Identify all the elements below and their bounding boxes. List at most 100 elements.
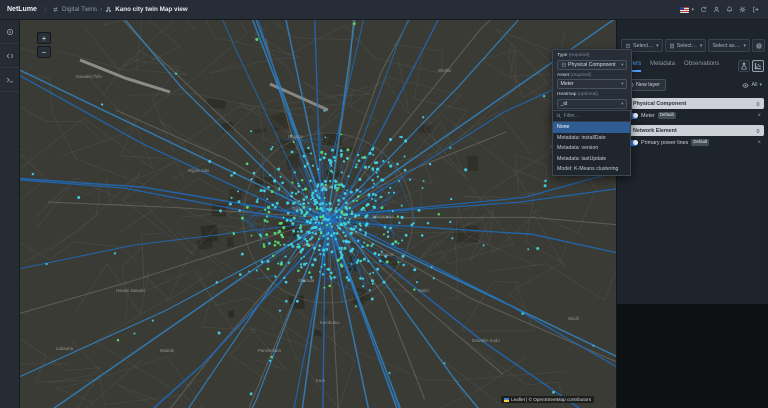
field-name: Asset	[557, 72, 571, 78]
layer-group-header[interactable]: Physical Component	[621, 98, 764, 109]
svg-text:Gwale: Gwale	[302, 242, 315, 247]
gear-icon	[755, 42, 763, 50]
zoom-in-button[interactable]: +	[37, 32, 51, 44]
filter-input[interactable]	[563, 113, 627, 119]
field-required-hint: (optional)	[577, 92, 598, 97]
layer-group-header[interactable]: Network Element	[621, 125, 764, 136]
scatter-tool-button[interactable]	[752, 60, 764, 72]
digital-twins-icon	[52, 6, 59, 13]
chevron-down-icon: ▾	[621, 61, 624, 67]
breadcrumb: Digital Twins › Kano city twin Map view	[52, 6, 188, 13]
field-label: Heatmap (optional)	[557, 92, 627, 97]
layer-row: Primary power lines Default ×	[621, 136, 764, 149]
settings-button[interactable]	[739, 6, 746, 13]
bell-button[interactable]	[726, 6, 733, 13]
filter-row	[553, 111, 630, 122]
building-icon	[669, 43, 675, 49]
chevron-down-icon: ▾	[691, 6, 694, 13]
panel-settings-button[interactable]	[752, 39, 766, 52]
svg-text:Minjibir: Minjibir	[438, 68, 452, 73]
code-icon	[6, 52, 14, 60]
zoom-out-button[interactable]: −	[37, 46, 51, 58]
chevron-down-icon: ▾	[621, 81, 624, 86]
field-name: Type	[557, 53, 569, 58]
select-value: Meter	[560, 81, 574, 87]
svg-text:Kumbotso: Kumbotso	[320, 320, 340, 325]
sidebar-item-code[interactable]	[0, 44, 19, 68]
svg-text:Sharada: Sharada	[298, 278, 315, 283]
terminal-icon	[6, 76, 14, 84]
select-asset-dropdown[interactable]: Select asset ▾	[708, 39, 751, 52]
heatmap-option-none[interactable]: None	[553, 122, 630, 133]
chevron-down-icon: ▾	[743, 42, 747, 49]
svg-text:Madobi: Madobi	[160, 348, 174, 353]
heatmap-option-metadata-installdate[interactable]: Metadata: installDate	[553, 133, 630, 144]
chevron-down-icon: ▾	[656, 42, 659, 49]
visibility-filter-dropdown[interactable]: All ▾	[742, 82, 762, 89]
svg-text:Dala: Dala	[292, 206, 301, 211]
selector-label: Select asset	[712, 42, 742, 49]
breadcrumb-section[interactable]: Digital Twins	[62, 6, 97, 13]
layer-group: Physical Component Meter Default ×	[621, 98, 764, 122]
select-fa-dropdown[interactable]: Select fa...▾	[664, 39, 707, 52]
settings-icon	[739, 6, 746, 13]
heatmap-select[interactable]: _id ▾	[557, 98, 627, 109]
selector-label: Select fa...	[676, 42, 698, 49]
scatter-icon	[754, 62, 762, 70]
logout-button[interactable]	[752, 6, 759, 13]
language-selector[interactable]: ▾	[680, 6, 694, 13]
chevron-down-icon: ▾	[759, 82, 762, 88]
svg-text:Lakwaria: Lakwaria	[56, 346, 74, 351]
app-header: NetLume Digital Twins › Kano city twin M…	[0, 0, 768, 20]
tab-metadata[interactable]: Metadata	[650, 61, 675, 72]
layer-groups: Physical Component Meter Default × Network E…	[617, 91, 768, 149]
collapse-icon[interactable]	[755, 101, 761, 107]
map-zoom-controls: + −	[37, 32, 51, 58]
attribution-text[interactable]: Leaflet | © OpenStreetMap contributors	[511, 397, 591, 402]
left-sidebar	[0, 20, 20, 408]
asset-field: Asset (required) Meter ▾	[557, 72, 627, 89]
type-select[interactable]: Physical Component ▾	[557, 59, 627, 70]
field-required-hint: (required)	[568, 53, 590, 58]
sidebar-item-terminal[interactable]	[0, 68, 19, 92]
asset-select[interactable]: Meter ▾	[557, 79, 627, 89]
heatmap-option-model-k-means-clustering[interactable]: Model: K-Means clustering	[553, 164, 630, 175]
page-title: Kano city twin Map view	[115, 6, 188, 13]
select-value: _id	[560, 100, 568, 107]
breadcrumb-separator: ›	[100, 6, 103, 13]
map-canvas[interactable]: Dawakin TofaMinjibirGezawaUngogoRijiyar …	[20, 20, 616, 408]
svg-text:Hawan Dawaki: Hawan Dawaki	[116, 288, 145, 293]
collapse-icon[interactable]	[755, 128, 761, 134]
flask-tool-button[interactable]	[738, 60, 750, 72]
selector-label: Select ty...	[633, 42, 654, 49]
tab-observations[interactable]: Observations	[684, 61, 719, 72]
hub-icon	[6, 28, 14, 36]
component-icon	[561, 62, 567, 68]
remove-layer-icon[interactable]: ×	[757, 140, 761, 146]
heatmap-option-metadata-lastupdate[interactable]: Metadata: lastUpdate	[553, 154, 630, 165]
chevron-down-icon: ▾	[621, 100, 624, 106]
svg-text:Fagge: Fagge	[320, 184, 333, 189]
panel-tabs: Layers Metadata Observations	[617, 52, 768, 72]
svg-text:Tarauni: Tarauni	[380, 252, 394, 257]
app-logo[interactable]: NetLume	[0, 6, 46, 13]
layer-group-title: Network Element	[633, 127, 677, 134]
type-field: Type (required) Physical Component ▾	[557, 53, 627, 70]
svg-text:Nassarawa: Nassarawa	[372, 214, 394, 219]
bell-icon	[726, 6, 733, 13]
refresh-button[interactable]	[700, 6, 707, 13]
remove-layer-icon[interactable]: ×	[757, 113, 761, 119]
twin-node-icon	[105, 6, 112, 13]
panel-empty-area	[617, 304, 768, 408]
component-icon	[625, 43, 631, 49]
user-button[interactable]	[713, 6, 720, 13]
layer-actions-row: New layer All ▾	[617, 72, 768, 91]
leaflet-flag-icon	[504, 397, 510, 402]
sidebar-item-hub[interactable]	[0, 20, 19, 44]
map-visualization: Dawakin TofaMinjibirGezawaUngogoRijiyar …	[20, 20, 616, 408]
layer-name: Primary power lines	[641, 139, 689, 146]
default-badge: Default	[691, 139, 710, 146]
field-label: Type (required)	[557, 53, 627, 58]
svg-text:Dawakin Kudu: Dawakin Kudu	[472, 338, 500, 343]
heatmap-option-metadata-version[interactable]: Metadata: version	[553, 143, 630, 154]
